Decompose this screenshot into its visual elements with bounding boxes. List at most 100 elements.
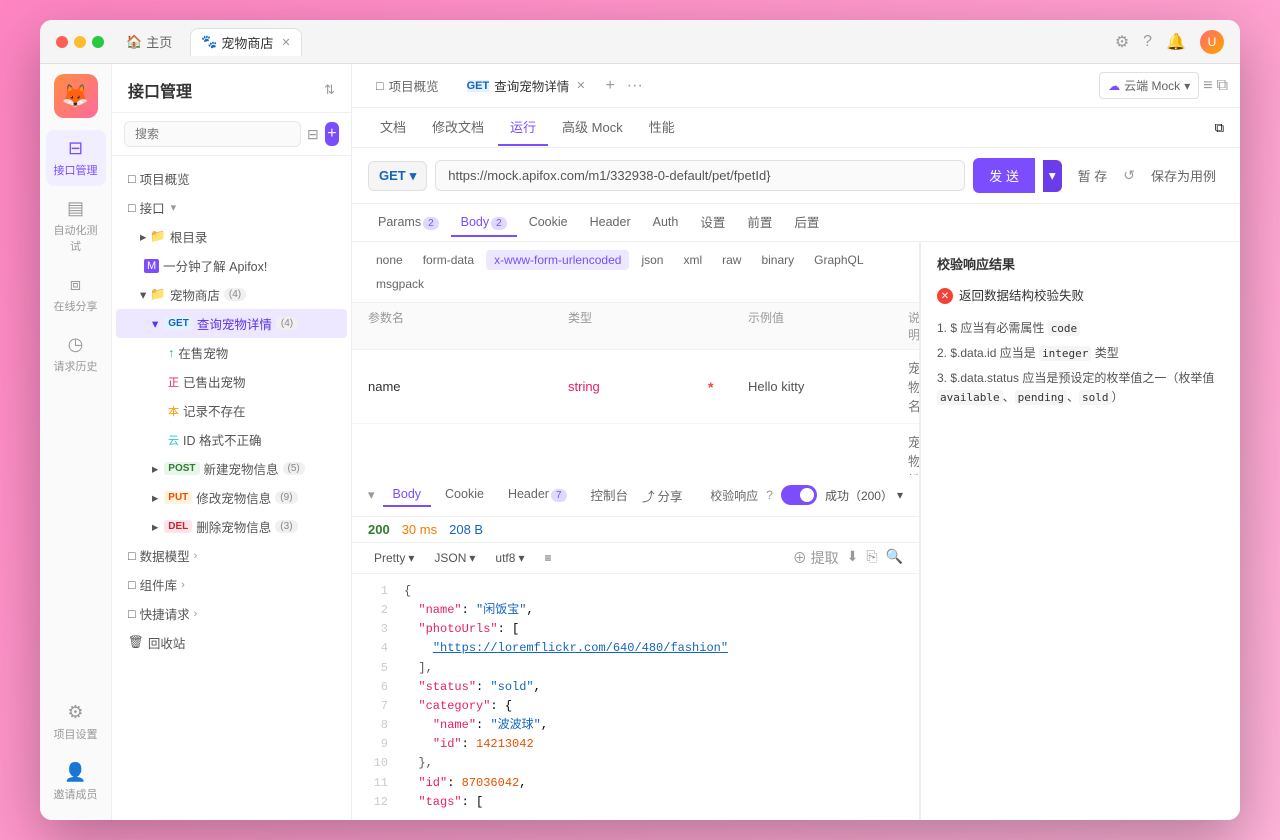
tree-item-overview[interactable]: □ 项目概览 <box>116 164 347 193</box>
tree-item-data-model[interactable]: □ 数据模型 › <box>116 541 347 570</box>
body-tab-urlencoded[interactable]: x-www-form-urlencoded <box>486 250 629 270</box>
tree-item-api[interactable]: □ 接口 ▾ <box>116 193 347 222</box>
root-folder-icon: 📁 <box>150 229 166 244</box>
tab-query-pet[interactable]: GET 查询宠物详情 ✕ <box>455 70 598 101</box>
more-tabs-icon[interactable]: ··· <box>623 77 647 95</box>
body-tab-form-data[interactable]: form-data <box>415 250 482 270</box>
cloud-mock-btn[interactable]: ☁ 云端 Mock ▾ <box>1099 72 1199 99</box>
tree-item-petshop[interactable]: ▾ 📁 宠物商店 (4) <box>116 280 347 309</box>
tab-run[interactable]: 运行 <box>498 109 548 146</box>
refresh-button[interactable]: ↺ <box>1123 167 1135 184</box>
resp-tab-cookie[interactable]: Cookie <box>435 483 494 507</box>
notification-icon[interactable]: 🔔 <box>1166 32 1186 52</box>
req-tab-header[interactable]: Header <box>580 209 641 237</box>
tree-item-intro[interactable]: M 一分钟了解 Apifox! <box>116 251 347 280</box>
sidebar-item-history[interactable]: ◷ 请求历史 <box>46 326 106 382</box>
download-icon[interactable]: ⬇ <box>847 548 859 568</box>
url-input[interactable] <box>435 160 965 191</box>
split-view-icon[interactable]: ⧉ <box>1215 120 1224 136</box>
req-tab-post[interactable]: 后置 <box>784 206 829 239</box>
wrap-btn[interactable]: ≡ <box>538 549 557 567</box>
app-logo: 🦊 <box>54 74 98 118</box>
body-tab-msgpack[interactable]: msgpack <box>368 274 432 294</box>
tree-item-bad-format[interactable]: 云 ID 格式不正确 <box>116 425 347 454</box>
req-tab-body[interactable]: Body2 <box>451 209 517 237</box>
resp-share-btn[interactable]: ⤴ 分享 <box>642 486 683 505</box>
th-type: 类型 <box>568 309 708 343</box>
tab-overview[interactable]: □ 项目概览 <box>364 70 451 101</box>
active-tab-petshop[interactable]: 🐾 宠物商店 ✕ <box>190 28 301 56</box>
tab-edit-docs[interactable]: 修改文档 <box>420 109 496 146</box>
body-tab-xml[interactable]: xml <box>675 250 710 270</box>
tree-item-new-pet[interactable]: ▸ POST 新建宠物信息 (5) <box>116 454 347 483</box>
tree-item-update-pet[interactable]: ▸ PUT 修改宠物信息 (9) <box>116 483 347 512</box>
validate-help-icon[interactable]: ? <box>766 488 773 502</box>
add-tab-icon[interactable]: + <box>601 77 618 95</box>
tree-item-del-pet[interactable]: ▸ DEL 删除宠物信息 (3) <box>116 512 347 541</box>
settings-icon[interactable]: ⚙ <box>1115 32 1129 52</box>
body-tab-graphql[interactable]: GraphQL <box>806 250 871 270</box>
copy-icon[interactable]: ⎘ <box>866 548 877 568</box>
body-tab-binary[interactable]: binary <box>753 250 802 270</box>
resp-tab-console[interactable]: 控制台 <box>581 481 639 510</box>
sidebar-item-auto-test[interactable]: ▤ 自动化测试 <box>46 190 106 262</box>
tab-advanced-mock[interactable]: 高级 Mock <box>550 109 635 146</box>
tree-item-query-pet[interactable]: ▾ GET 查询宠物详情 (4) <box>116 309 347 338</box>
tree-item-not-exist[interactable]: 本 记录不存在 <box>116 396 347 425</box>
encoding-btn[interactable]: utf8 ▾ <box>489 549 530 567</box>
request-tabs: Params2 Body2 Cookie Header Auth 设置 前置 后… <box>352 204 1240 242</box>
save-temp-button[interactable]: 暂 存 <box>1070 160 1116 191</box>
success-select[interactable]: 成功（200） ▾ <box>825 487 903 504</box>
send-dropdown-button[interactable]: ▾ <box>1043 160 1062 192</box>
req-tab-params[interactable]: Params2 <box>368 209 449 237</box>
search-resp-icon[interactable]: 🔍 <box>886 548 903 568</box>
sidebar-item-api-mgmt[interactable]: ⊟ 接口管理 <box>46 130 106 186</box>
sidebar-item-settings[interactable]: ⚙ 项目设置 <box>46 694 106 750</box>
help-icon[interactable]: ? <box>1143 33 1152 51</box>
sidebar-item-invite[interactable]: 👤 邀请成员 <box>46 754 106 810</box>
add-button[interactable]: + <box>325 122 339 146</box>
tree-item-root[interactable]: ▸ 📁 根目录 <box>116 222 347 251</box>
tree-item-quick-req[interactable]: □ 快捷请求 › <box>116 599 347 628</box>
close-tab-icon[interactable]: ✕ <box>281 36 290 49</box>
close-button[interactable] <box>56 36 68 48</box>
minimize-button[interactable] <box>74 36 86 48</box>
components-arrow: › <box>181 579 185 591</box>
tab-perf[interactable]: 性能 <box>637 109 687 146</box>
resp-tab-body[interactable]: Body <box>383 483 432 507</box>
validate-toggle[interactable] <box>781 485 817 505</box>
tree-item-sold[interactable]: 正 已售出宠物 <box>116 367 347 396</box>
search-input[interactable] <box>124 121 301 147</box>
sort-icon[interactable]: ⇅ <box>324 82 335 98</box>
json-btn[interactable]: JSON ▾ <box>428 549 481 567</box>
maximize-button[interactable] <box>92 36 104 48</box>
panel-more-icon[interactable]: ≡ <box>1203 77 1212 95</box>
new-pet-expand-icon: ▸ <box>152 461 158 476</box>
extract-icon[interactable]: ⊕ 提取 <box>793 548 839 568</box>
save-case-button[interactable]: 保存为用例 <box>1143 160 1224 191</box>
pretty-btn[interactable]: Pretty ▾ <box>368 549 420 567</box>
close-request-tab-icon[interactable]: ✕ <box>576 79 585 92</box>
req-tab-settings[interactable]: 设置 <box>690 206 735 239</box>
response-time: 30 ms <box>402 522 437 537</box>
req-tab-auth[interactable]: Auth <box>643 209 689 237</box>
sidebar-item-online-share[interactable]: ⧈ 在线分享 <box>46 266 106 322</box>
resp-tab-header[interactable]: Header7 <box>498 483 577 507</box>
tree-item-for-sale[interactable]: ↑ 在售宠物 <box>116 338 347 367</box>
collapse-icon[interactable]: ▾ <box>368 487 375 503</box>
body-tab-none[interactable]: none <box>368 250 411 270</box>
body-tab-json[interactable]: json <box>633 250 671 270</box>
split-panel-icon[interactable]: ⧉ <box>1217 77 1228 95</box>
tab-docs[interactable]: 文档 <box>368 109 418 146</box>
user-avatar[interactable]: U <box>1200 30 1224 54</box>
method-select[interactable]: GET ▾ <box>368 161 427 191</box>
req-tab-pre[interactable]: 前置 <box>737 206 782 239</box>
body-tab-raw[interactable]: raw <box>714 250 749 270</box>
tree-item-components[interactable]: □ 组件库 › <box>116 570 347 599</box>
home-tab[interactable]: 🏠 主页 <box>116 28 182 55</box>
send-button[interactable]: 发 送 <box>973 158 1035 193</box>
filter-icon[interactable]: ⊟ <box>307 126 319 143</box>
req-tab-cookie[interactable]: Cookie <box>519 209 578 237</box>
tree-item-trash[interactable]: 🗑 回收站 <box>116 628 347 657</box>
traffic-lights <box>56 36 104 48</box>
